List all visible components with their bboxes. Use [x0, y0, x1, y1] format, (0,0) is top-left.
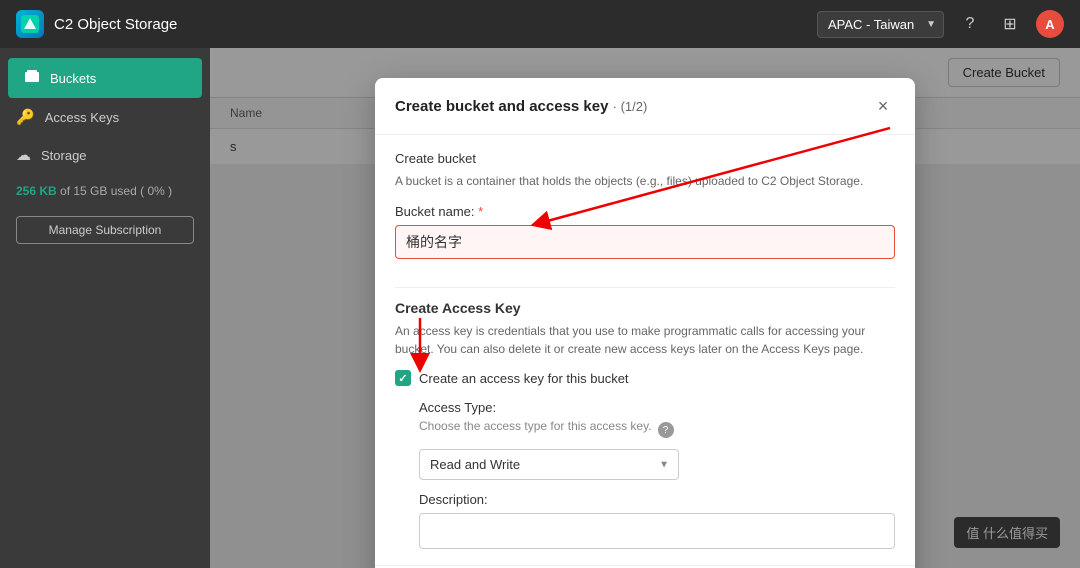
modal-overlay: Create bucket and access key · (1/2) × C…: [210, 48, 1080, 568]
bucket-name-input[interactable]: [395, 225, 895, 259]
cloud-icon: ☁: [16, 146, 31, 164]
header-right: APAC - Taiwan ▼ ? ⊞ A: [817, 10, 1064, 38]
access-type-hint-row: Choose the access type for this access k…: [419, 419, 895, 441]
app-title: C2 Object Storage: [54, 16, 177, 33]
access-type-hint: Choose the access type for this access k…: [419, 419, 652, 433]
access-key-desc: An access key is credentials that you us…: [395, 322, 895, 358]
hint-icon[interactable]: ?: [658, 422, 674, 438]
region-selector[interactable]: APAC - Taiwan ▼: [817, 11, 944, 38]
grid-icon[interactable]: ⊞: [996, 10, 1024, 38]
create-access-key-checkbox-row: Create an access key for this bucket: [395, 370, 895, 386]
access-key-heading: Create Access Key: [395, 300, 895, 316]
sidebar-item-access-keys-label: Access Keys: [45, 110, 119, 125]
app-logo: [16, 10, 44, 38]
storage-usage: 256 KB of 15 GB used ( 0% ): [0, 174, 210, 208]
key-icon: 🔑: [16, 108, 35, 126]
bucket-name-label: Bucket name: *: [395, 204, 895, 219]
main-layout: Buckets 🔑 Access Keys ☁ Storage 256 KB o…: [0, 48, 1080, 568]
dialog-close-button[interactable]: ×: [871, 94, 895, 118]
storage-used-value: 256 KB: [16, 184, 57, 198]
storage-percent-val: 0%: [147, 184, 164, 198]
create-access-key-checkbox[interactable]: [395, 370, 411, 386]
access-type-select[interactable]: Read and Write Read Only Write Only: [419, 449, 679, 480]
sidebar: Buckets 🔑 Access Keys ☁ Storage 256 KB o…: [0, 48, 210, 568]
sidebar-item-buckets[interactable]: Buckets: [8, 58, 202, 98]
sidebar-item-storage[interactable]: ☁ Storage: [0, 136, 210, 174]
sidebar-item-access-keys[interactable]: 🔑 Access Keys: [0, 98, 210, 136]
region-select[interactable]: APAC - Taiwan: [817, 11, 944, 38]
content-area: Create Bucket Name Object Lock Endpoint …: [210, 48, 1080, 568]
description-input[interactable]: [419, 513, 895, 549]
create-bucket-heading: Create bucket: [395, 151, 895, 166]
buckets-icon: [24, 68, 40, 88]
dialog-body: Create bucket A bucket is a container th…: [375, 135, 915, 565]
access-type-label: Access Type:: [419, 400, 895, 415]
dialog-title: Create bucket and access key · (1/2): [395, 98, 647, 115]
sidebar-item-buckets-label: Buckets: [50, 71, 96, 86]
create-bucket-desc: A bucket is a container that holds the o…: [395, 172, 895, 190]
section-divider: [395, 287, 895, 288]
dialog-header: Create bucket and access key · (1/2) ×: [375, 78, 915, 135]
required-asterisk: *: [478, 204, 483, 219]
create-bucket-dialog: Create bucket and access key · (1/2) × C…: [375, 78, 915, 568]
access-type-select-wrapper: Read and Write Read Only Write Only ▼: [419, 449, 679, 480]
storage-percent: used (: [111, 184, 144, 198]
avatar[interactable]: A: [1036, 10, 1064, 38]
description-label: Description:: [419, 492, 895, 507]
help-icon[interactable]: ?: [956, 10, 984, 38]
storage-of: of: [60, 184, 73, 198]
create-access-key-label: Create an access key for this bucket: [419, 371, 629, 386]
sidebar-item-storage-label: Storage: [41, 148, 87, 163]
app-header: C2 Object Storage APAC - Taiwan ▼ ? ⊞ A: [0, 0, 1080, 48]
storage-total: 15 GB: [73, 184, 107, 198]
access-type-section: Access Type: Choose the access type for …: [419, 400, 895, 549]
manage-subscription-button[interactable]: Manage Subscription: [16, 216, 194, 244]
header-left: C2 Object Storage: [16, 10, 177, 38]
storage-close-paren: ): [168, 184, 172, 198]
